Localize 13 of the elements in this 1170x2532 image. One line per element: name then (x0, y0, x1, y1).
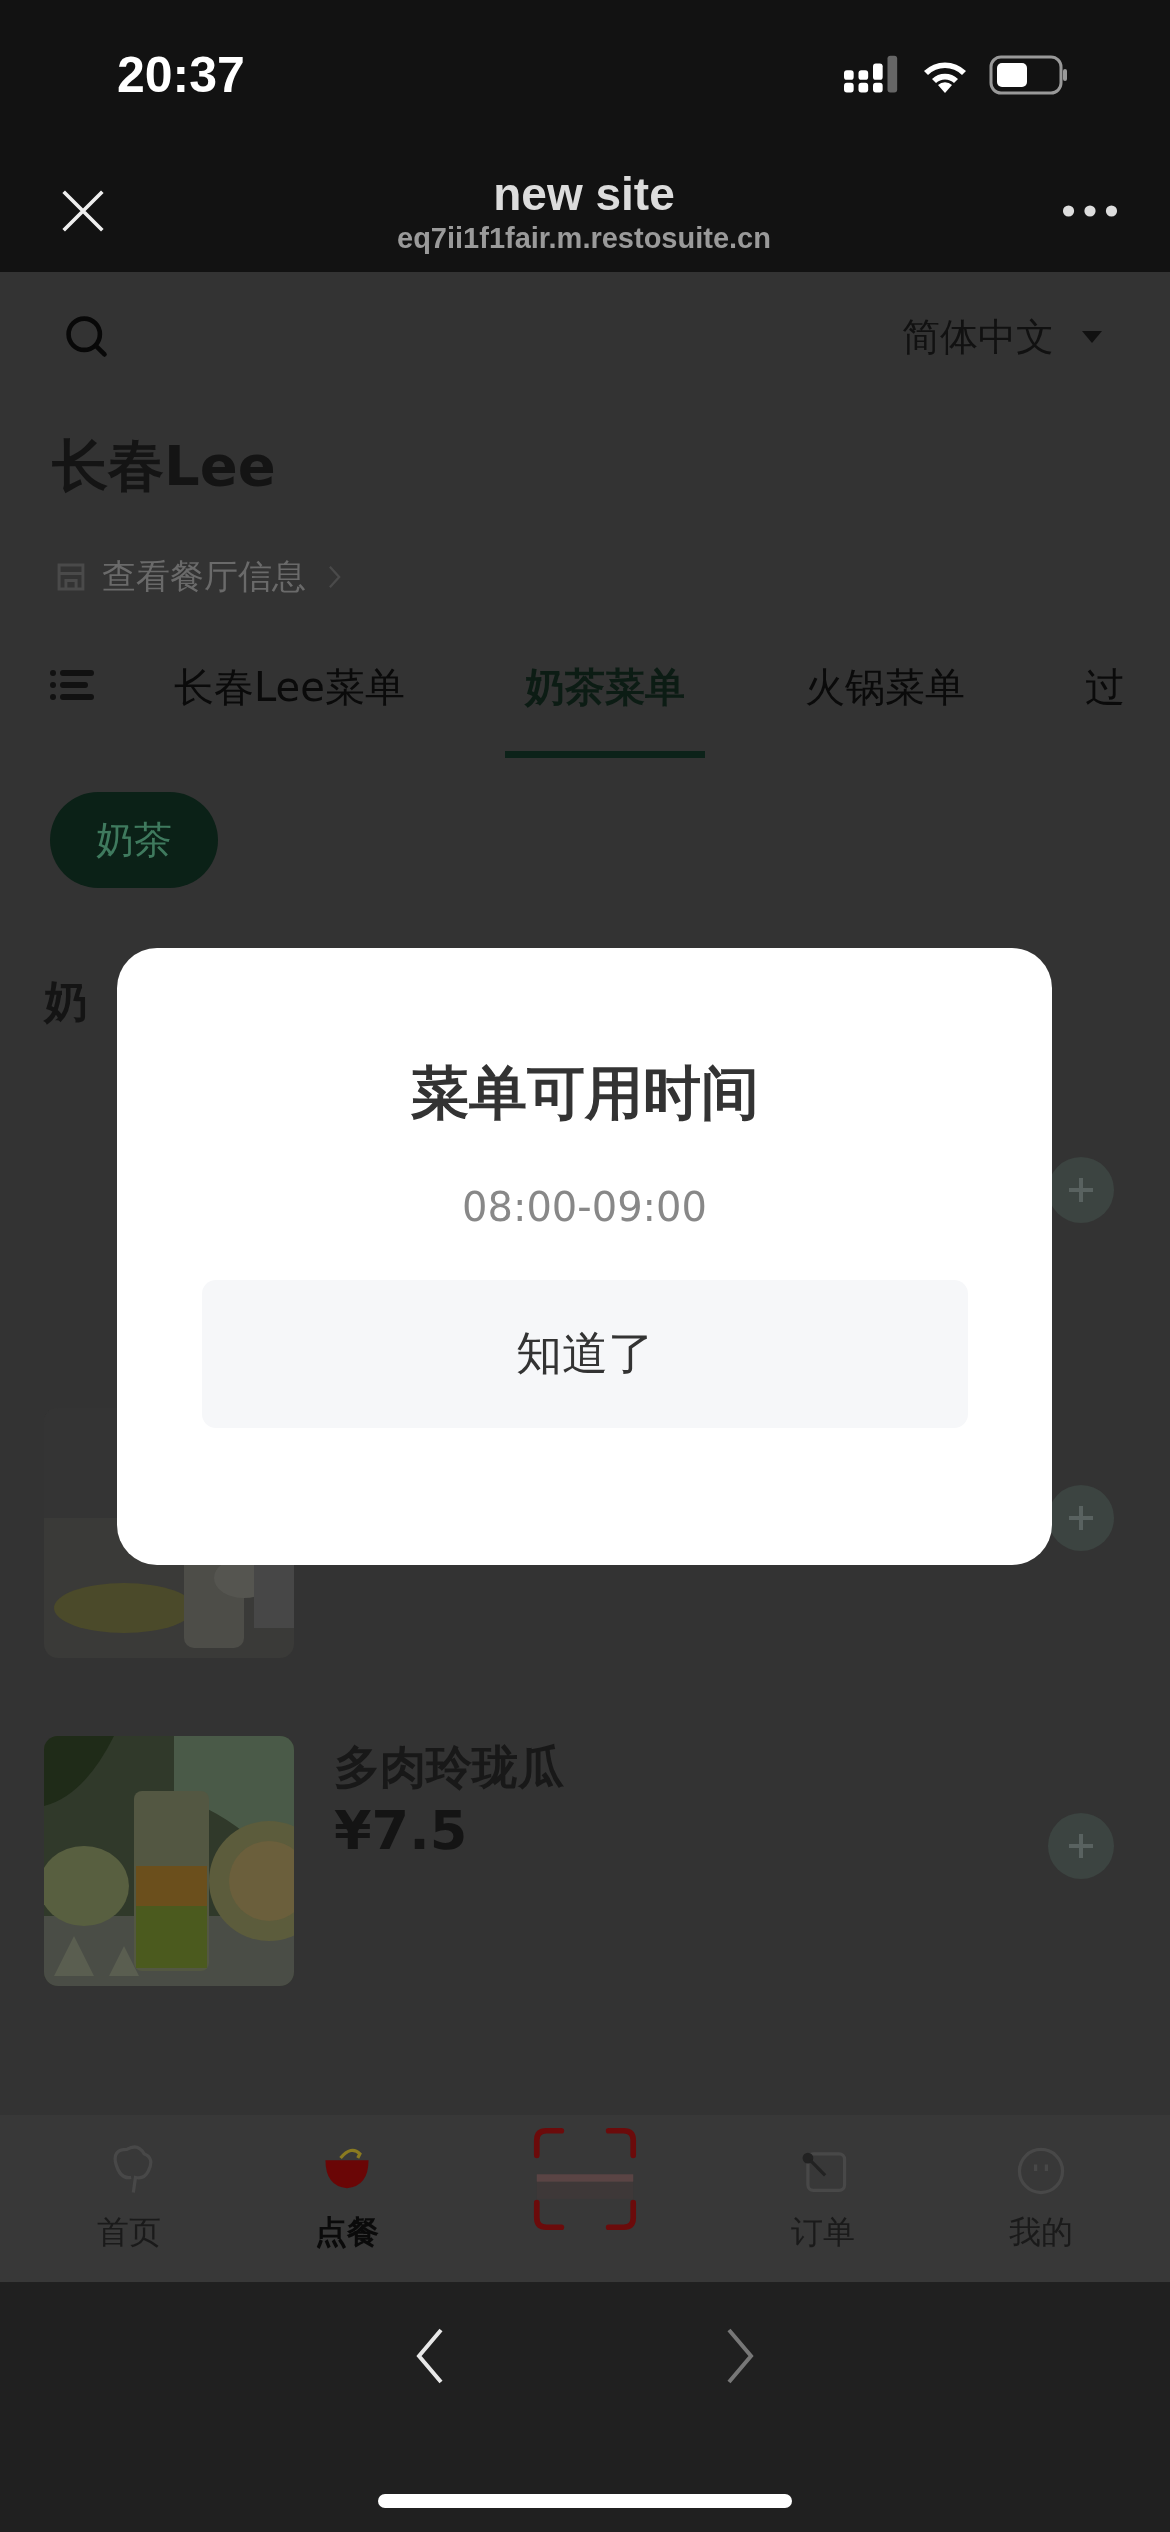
category-chip[interactable]: 奶茶 (50, 792, 218, 888)
dialog-time: 08:00-09:00 (462, 1183, 707, 1232)
back-icon[interactable] (415, 2328, 445, 2384)
close-icon[interactable] (60, 188, 106, 234)
dialog-title: 菜单可用时间 (410, 1058, 759, 1128)
page-url: eq7ii1f1fair.m.restosuite.cn (397, 221, 771, 255)
ok-button[interactable]: 知道了 (201, 1280, 968, 1428)
caret-icon (1082, 331, 1102, 343)
page-title: new site (493, 167, 675, 221)
status-time: 20:37 (117, 46, 245, 104)
chevron-right-icon (328, 564, 341, 590)
battery-icon (988, 55, 1070, 95)
more-icon[interactable] (1062, 204, 1118, 218)
